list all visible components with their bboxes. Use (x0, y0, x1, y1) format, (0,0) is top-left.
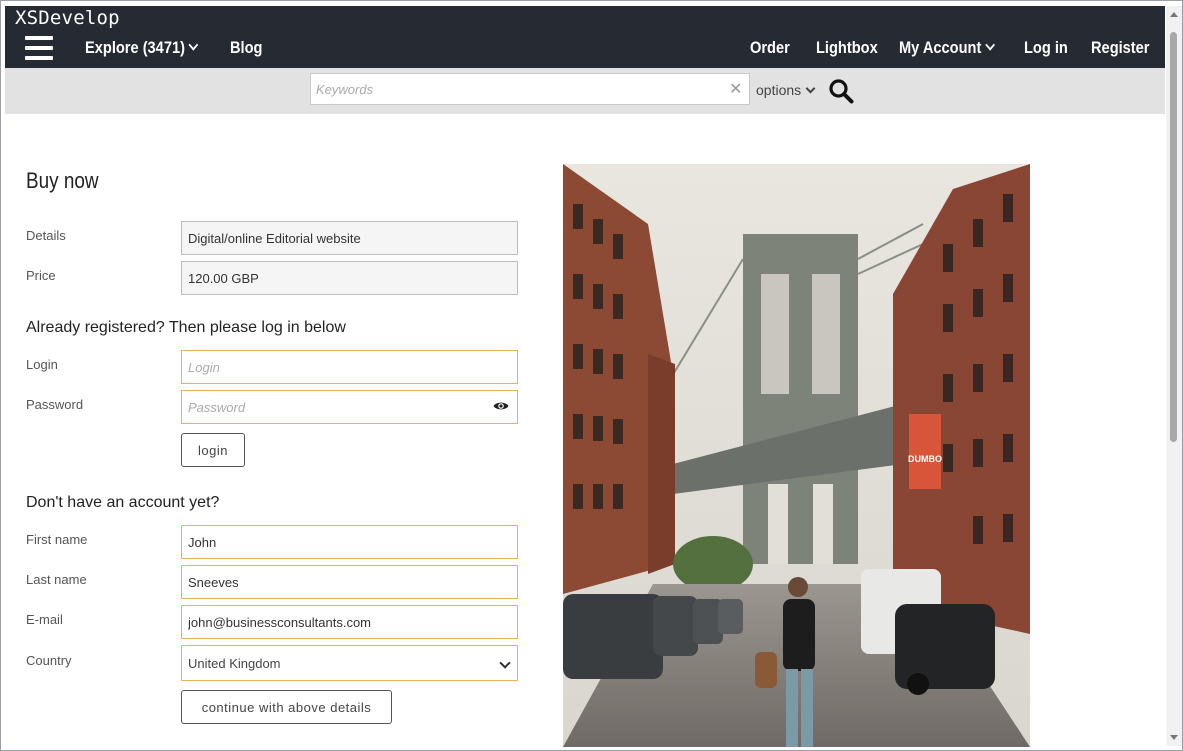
country-label: Country (26, 653, 72, 668)
search-bar: ✕ options (5, 68, 1165, 114)
site-logo[interactable]: XSDevelop (15, 7, 120, 29)
first-name-input[interactable] (181, 525, 518, 559)
country-select-value: United Kingdom (188, 655, 281, 671)
login-label: Login (26, 357, 58, 372)
details-label: Details (26, 228, 66, 243)
vertical-scrollbar[interactable] (1166, 6, 1182, 746)
details-value: Digital/online Editorial website (181, 221, 518, 255)
password-input[interactable] (181, 390, 518, 424)
search-options-dropdown[interactable]: options (756, 82, 816, 98)
nav-explore-label: Explore (3471) (85, 38, 185, 57)
nav-order[interactable]: Order (750, 38, 790, 58)
scroll-down-arrow[interactable] (1170, 735, 1178, 740)
continue-button[interactable]: continue with above details (181, 690, 392, 724)
hamburger-icon[interactable] (25, 36, 53, 60)
nav-login[interactable]: Log in (1024, 38, 1068, 58)
search-options-label: options (756, 82, 802, 98)
last-name-label: Last name (26, 572, 87, 587)
login-input[interactable] (181, 350, 518, 384)
nav-my-account-label: My Account (899, 38, 982, 57)
email-label: E-mail (26, 612, 63, 627)
chevron-down-icon (499, 657, 511, 669)
nav-lightbox[interactable]: Lightbox (816, 38, 878, 58)
first-name-label: First name (26, 532, 88, 547)
no-account-section-title: Don't have an account yet? (26, 494, 220, 511)
product-photo: DUMBO (563, 164, 1030, 747)
login-button[interactable]: login (181, 433, 245, 467)
site-header: XSDevelop Explore (3471) Blog Order Ligh… (5, 6, 1165, 68)
nav-explore[interactable]: Explore (3471) (85, 38, 199, 58)
nav-register[interactable]: Register (1091, 38, 1150, 58)
password-label: Password (26, 397, 84, 412)
price-value: 120.00 GBP (181, 261, 518, 295)
price-label: Price (26, 268, 56, 283)
chevron-down-icon (805, 83, 816, 94)
search-input[interactable] (310, 73, 750, 105)
nav-blog[interactable]: Blog (230, 38, 262, 58)
browser-window: XSDevelop Explore (3471) Blog Order Ligh… (0, 0, 1183, 751)
search-icon[interactable] (828, 78, 854, 104)
scroll-thumb[interactable] (1170, 32, 1177, 442)
eye-icon[interactable] (493, 400, 509, 412)
banner-text: DUMBO (908, 454, 942, 464)
country-select[interactable]: United Kingdom (181, 645, 518, 681)
email-input[interactable] (181, 605, 518, 639)
chevron-down-icon (188, 39, 199, 51)
page-title: Buy now (26, 168, 99, 193)
last-name-input[interactable] (181, 565, 518, 599)
chevron-down-icon (985, 39, 995, 51)
registered-section-title: Already registered? Then please log in b… (26, 319, 346, 336)
close-icon[interactable]: ✕ (729, 79, 742, 99)
scroll-up-arrow[interactable] (1170, 12, 1178, 17)
nav-my-account[interactable]: My Account (899, 38, 995, 58)
